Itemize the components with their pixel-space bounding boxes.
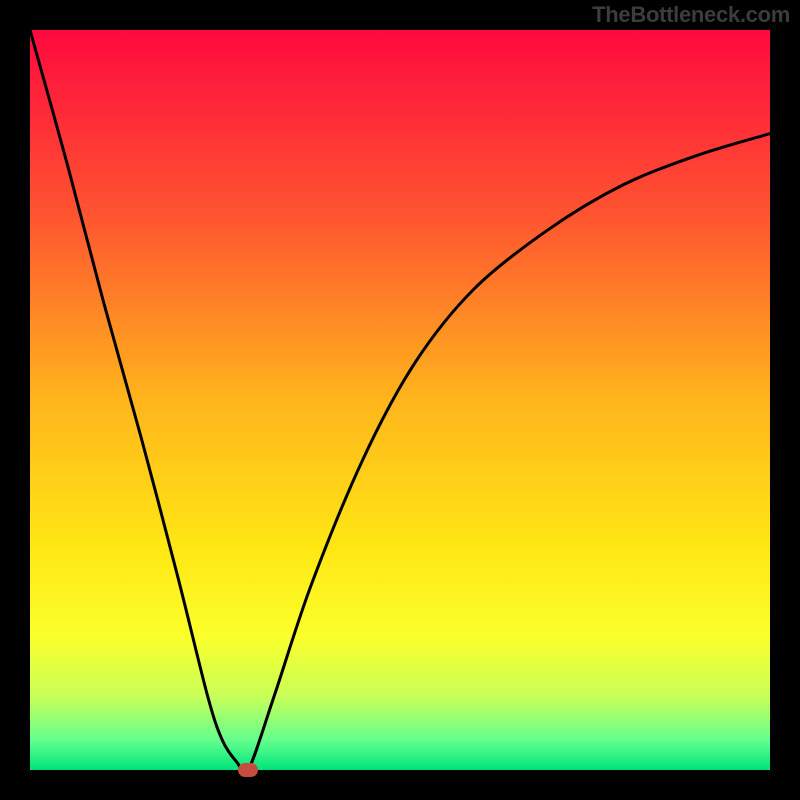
plot-area xyxy=(30,30,770,770)
watermark-label: TheBottleneck.com xyxy=(592,2,790,28)
minimum-marker xyxy=(238,763,258,777)
plot-svg xyxy=(30,30,770,770)
plot-frame: TheBottleneck.com xyxy=(0,0,800,800)
gradient-background xyxy=(30,30,770,770)
